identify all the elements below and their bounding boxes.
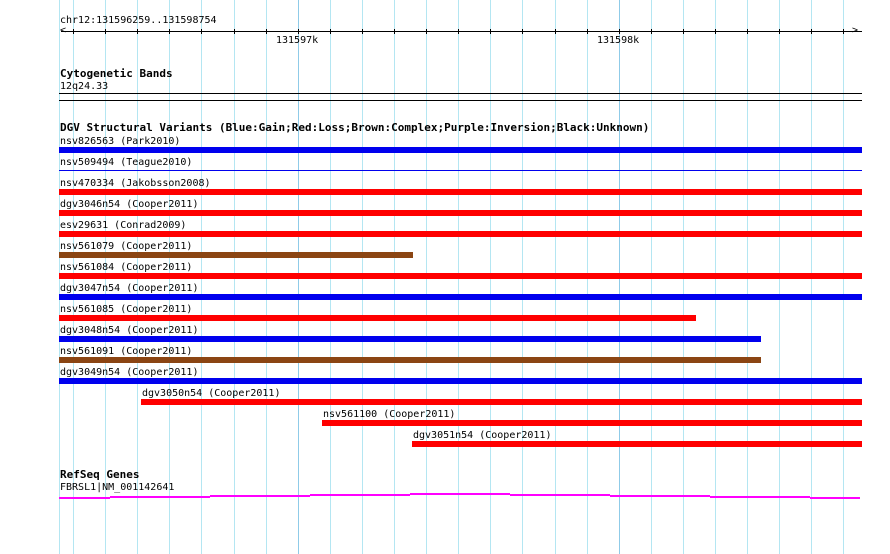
variant-label: nsv561085 (Cooper2011) — [60, 304, 193, 315]
ruler-tick — [137, 29, 138, 34]
ruler-tick — [266, 29, 267, 34]
variant-bar-loss[interactable] — [322, 420, 862, 426]
variant-bar-gain[interactable] — [59, 147, 862, 153]
ruler-tick — [330, 29, 331, 34]
variant-label: dgv3047n54 (Cooper2011) — [60, 283, 199, 294]
region-label: chr12:131596259..131598754 — [60, 15, 217, 26]
variant-bar-loss[interactable] — [59, 315, 696, 321]
ruler-tick — [683, 29, 684, 34]
variant-bar-loss[interactable] — [59, 231, 862, 237]
ruler-tick — [555, 29, 556, 34]
variant-bar-gain[interactable] — [59, 294, 862, 300]
ruler-tick — [587, 29, 588, 34]
cytoband-track-title[interactable]: Cytogenetic Bands — [60, 68, 173, 79]
ruler-tick — [394, 29, 395, 34]
gene-label[interactable]: FBRSL1|NM_001142641 — [60, 482, 174, 493]
variant-label: dgv3046n54 (Cooper2011) — [60, 199, 199, 210]
ruler-tick — [490, 29, 491, 34]
ruler-tick — [843, 29, 844, 34]
ruler-right-arrow-icon[interactable]: > — [852, 25, 858, 36]
variant-label: dgv3049n54 (Cooper2011) — [60, 367, 199, 378]
gene-segment — [59, 497, 110, 499]
ruler-tick — [234, 29, 235, 34]
variant-label: nsv509494 (Teague2010) — [60, 157, 193, 168]
ruler-tick — [522, 29, 523, 34]
ruler-tick — [201, 29, 202, 34]
gene-segment — [710, 496, 810, 498]
variant-label: nsv826563 (Park2010) — [60, 136, 181, 147]
variant-bar-loss[interactable] — [141, 399, 862, 405]
variant-bar-loss[interactable] — [59, 210, 862, 216]
variant-bar-gain[interactable] — [59, 378, 862, 384]
variant-label: nsv561079 (Cooper2011) — [60, 241, 193, 252]
ruler-tick — [169, 29, 170, 34]
ruler-tick — [105, 29, 106, 34]
variant-bar-gain[interactable] — [59, 336, 761, 342]
cytoband-label: 12q24.33 — [60, 81, 109, 92]
ruler-tick — [362, 29, 363, 34]
variant-bar-loss[interactable] — [59, 273, 862, 279]
variant-label: dgv3048n54 (Cooper2011) — [60, 325, 199, 336]
variant-label: dgv3050n54 (Cooper2011) — [142, 388, 281, 399]
variant-label: dgv3051n54 (Cooper2011) — [413, 430, 552, 441]
gene-segment — [810, 497, 860, 499]
gene-segment — [310, 494, 410, 496]
ruler-tick — [619, 29, 620, 34]
ruler-tick — [651, 29, 652, 34]
dgv-track-title[interactable]: DGV Structural Variants (Blue:Gain;Red:L… — [60, 122, 649, 133]
gene-segment — [110, 496, 210, 498]
track-divider — [59, 100, 862, 101]
ruler-tick — [298, 29, 299, 34]
ruler-axis — [61, 31, 862, 32]
genome-browser-panel: chr12:131596259..131598754 < > 131597k 1… — [0, 0, 890, 554]
ruler-tick — [73, 29, 74, 34]
gene-segment — [210, 495, 310, 497]
cytoband-line — [59, 93, 862, 94]
ruler-tick — [779, 29, 780, 34]
variant-label: nsv470334 (Jakobsson2008) — [60, 178, 211, 189]
gene-segment — [510, 494, 610, 496]
gene-segment — [410, 493, 510, 495]
variant-label: nsv561100 (Cooper2011) — [323, 409, 456, 420]
variant-bar-loss[interactable] — [59, 189, 862, 195]
variant-bar-gain[interactable] — [59, 170, 862, 171]
gene-segment — [610, 495, 710, 497]
ruler-tick-label: 131598k — [597, 35, 640, 46]
ruler-tick-label: 131597k — [276, 35, 319, 46]
variant-label: nsv561091 (Cooper2011) — [60, 346, 193, 357]
ruler-left-arrow-icon[interactable]: < — [60, 25, 66, 36]
ruler-tick — [715, 29, 716, 34]
ruler-tick — [747, 29, 748, 34]
ruler-tick — [426, 29, 427, 34]
variant-bar-complex[interactable] — [59, 357, 761, 363]
variant-label: esv29631 (Conrad2009) — [60, 220, 187, 231]
variant-bar-loss[interactable] — [412, 441, 862, 447]
refseq-track-title[interactable]: RefSeq Genes — [60, 469, 139, 480]
variant-label: nsv561084 (Cooper2011) — [60, 262, 193, 273]
variant-bar-complex[interactable] — [59, 252, 413, 258]
ruler-tick — [458, 29, 459, 34]
ruler-tick — [811, 29, 812, 34]
